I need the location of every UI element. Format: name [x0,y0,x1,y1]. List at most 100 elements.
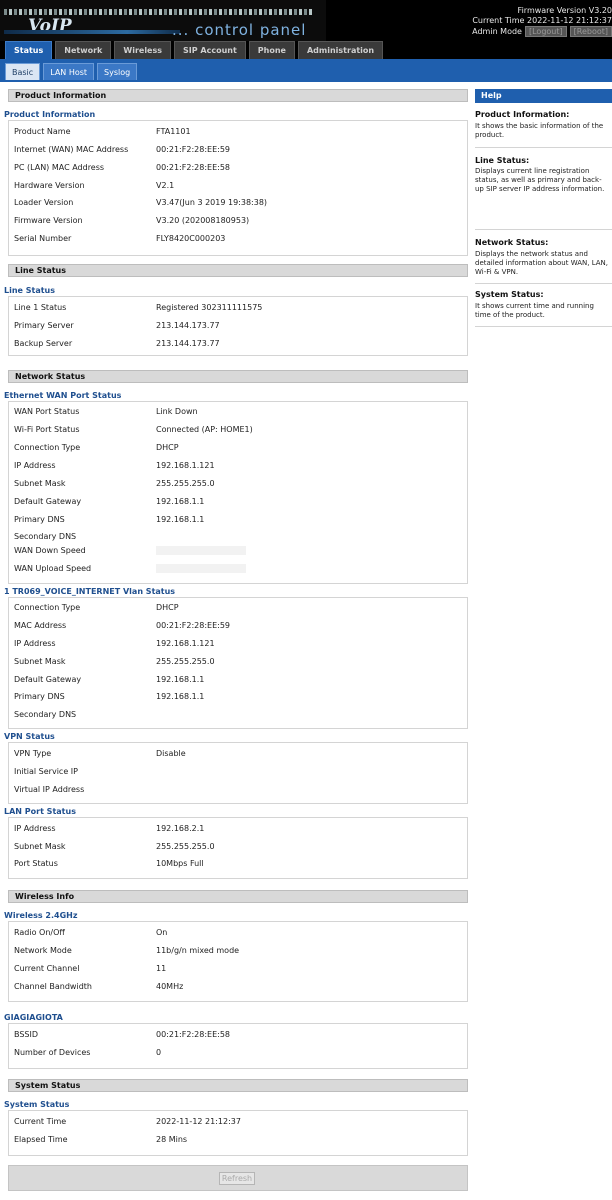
row-label: VPN Type [14,749,52,758]
ssid-box [8,1023,468,1069]
row-value: 2022-11-12 21:12:37 [156,1117,241,1126]
help-text-product: It shows the basic information of the pr… [475,122,604,139]
refresh-button[interactable]: Refresh [219,1172,255,1185]
group-title-ethernet-wan: Ethernet WAN Port Status [4,391,122,400]
group-title-product-information: Product Information [4,110,96,119]
admin-mode-label: Admin Mode [472,26,522,36]
help-text-line: Displays current line registration statu… [475,167,605,193]
row-label: Channel Bandwidth [14,982,92,991]
row-value: 00:21:F2:28:EE:58 [156,1030,230,1039]
tab-sip-account[interactable]: SIP Account [174,41,246,59]
row-value: 192.168.1.121 [156,461,215,470]
row-label: Port Status [14,859,58,868]
section-product-information: Product Information [8,89,468,102]
row-value: 255.255.255.0 [156,657,215,666]
row-label: Backup Server [14,339,73,348]
header: VoIP ... control panel Firmware Version … [0,0,612,41]
row-value: 192.168.1.1 [156,497,205,506]
row-value: 255.255.255.0 [156,479,215,488]
subtab-lan-host[interactable]: LAN Host [43,63,95,80]
row-label: Subnet Mask [14,657,66,666]
row-value: DHCP [156,443,179,452]
row-label: Wi-Fi Port Status [14,425,80,434]
logo-swoosh [4,30,180,34]
firmware-version-text: Firmware Version V3.20 [517,6,612,15]
section-wireless-info: Wireless Info [8,890,468,903]
help-divider [475,283,612,284]
row-label: IP Address [14,461,56,470]
row-label: Elapsed Time [14,1135,68,1144]
lan-status-box [8,817,468,879]
row-label: Secondary DNS [14,532,77,541]
row-value: FTA1101 [156,127,191,136]
tab-phone[interactable]: Phone [248,41,295,59]
tab-administration[interactable]: Administration [297,41,384,59]
row-label: Subnet Mask [14,842,66,851]
row-value: Registered 302311111575 [156,303,263,312]
row-value: V3.47(Jun 3 2019 19:38:38) [156,198,268,207]
reboot-button[interactable]: [Reboot] [569,26,612,37]
row-label: Current Channel [14,964,80,973]
sub-tab-bar: Basic LAN Host Syslog [0,59,612,82]
row-value: 11 [156,964,167,973]
row-value: 28 Mins [156,1135,188,1144]
row-value: 192.168.1.1 [156,675,205,684]
subtab-syslog[interactable]: Syslog [97,63,138,80]
tab-status[interactable]: Status [5,41,53,59]
main-tab-bar: Status Network Wireless SIP Account Phon… [0,41,612,59]
row-label: Connection Type [14,603,81,612]
row-label: Virtual IP Address [14,785,85,794]
admin-mode-row: Admin Mode [Logout] [Reboot] [472,26,612,37]
group-title-wireless-24ghz: Wireless 2.4GHz [4,911,78,920]
row-value: 10Mbps Full [156,859,204,868]
row-value: DHCP [156,603,179,612]
section-system-status: System Status [8,1079,468,1092]
help-title-network: Network Status: [475,238,549,247]
row-label: Hardware Version [14,181,85,190]
row-value: V2.1 [156,181,175,190]
vlan-status-box [8,597,468,729]
row-label: Network Mode [14,946,72,955]
row-value: V3.20 (202008180953) [156,216,250,225]
row-value: Link Down [156,407,198,416]
group-title-system-status: System Status [4,1100,70,1109]
refresh-bar: Refresh [8,1165,468,1191]
current-time-text: Current Time 2022-11-12 21:12:37 [472,16,612,25]
logo-control-panel-text: ... control panel [172,21,307,39]
row-label: WAN Down Speed [14,546,86,555]
row-label: Primary DNS [14,692,65,701]
tab-wireless[interactable]: Wireless [114,41,172,59]
row-value: 192.168.1.121 [156,639,215,648]
row-value: 192.168.2.1 [156,824,205,833]
row-label: Number of Devices [14,1048,91,1057]
help-text-system: It shows current time and running time o… [475,302,594,319]
row-label: Primary Server [14,321,74,330]
row-label: IP Address [14,639,56,648]
tab-network[interactable]: Network [55,41,112,59]
logout-button[interactable]: [Logout] [524,26,567,37]
row-label: Initial Service IP [14,767,78,776]
row-value: 192.168.1.1 [156,515,205,524]
row-value: 00:21:F2:28:EE:59 [156,145,230,154]
row-label: Firmware Version [14,216,83,225]
row-label: Secondary DNS [14,710,77,719]
row-label: Serial Number [14,234,72,243]
group-title-lan-port-status: LAN Port Status [4,807,76,816]
group-title-line-status: Line Status [4,286,56,295]
help-divider [475,326,612,327]
row-label: Default Gateway [14,675,82,684]
group-title-vpn-status: VPN Status [4,732,55,741]
row-label: WAN Port Status [14,407,80,416]
row-label: WAN Upload Speed [14,564,92,573]
row-label: Subnet Mask [14,479,66,488]
led-strip-icon [4,9,312,15]
help-title-system: System Status: [475,290,544,299]
row-label: Current Time [14,1117,67,1126]
row-value: 213.144.173.77 [156,321,220,330]
row-value: 11b/g/n mixed mode [156,946,240,955]
wan-down-speed-value [156,546,246,555]
subtab-basic[interactable]: Basic [5,63,41,80]
row-label: Connection Type [14,443,81,452]
section-line-status: Line Status [8,264,468,277]
row-value: 213.144.173.77 [156,339,220,348]
